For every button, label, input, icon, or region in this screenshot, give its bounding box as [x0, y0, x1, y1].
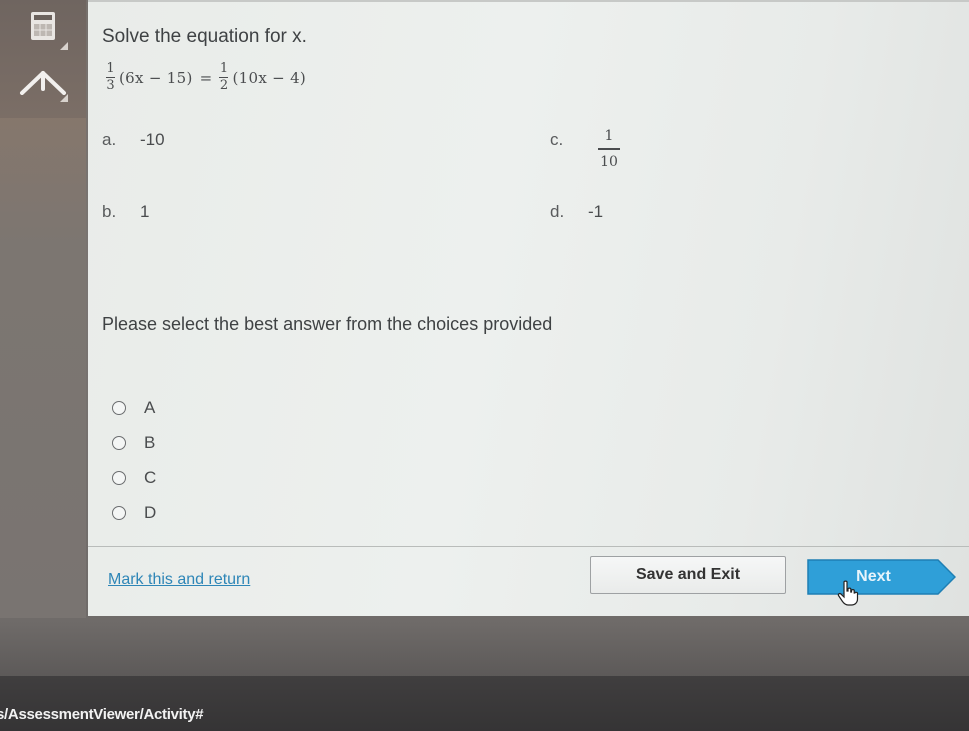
footer-divider	[88, 546, 969, 547]
left-expression: (6x − 15)	[119, 68, 193, 87]
denominator: 10	[600, 154, 618, 170]
radio-button[interactable]	[112, 435, 126, 450]
choice-letter: d.	[550, 202, 565, 221]
chevron-up-icon	[20, 71, 66, 95]
equals-sign: =	[199, 68, 213, 87]
numerator: 1	[604, 128, 614, 144]
choice-a: a. -10	[102, 130, 165, 150]
corner-mark	[60, 42, 68, 50]
numerator: 1	[219, 61, 229, 76]
radio-button[interactable]	[112, 400, 126, 415]
choice-c: c. 1 10	[550, 128, 620, 170]
question-panel: Solve the equation for x. 1 3 (6x − 15) …	[88, 0, 969, 616]
radio-label: A	[144, 397, 156, 417]
next-button[interactable]: Next	[806, 559, 956, 595]
screen: Solve the equation for x. 1 3 (6x − 15) …	[0, 0, 969, 731]
choice-d: d. -1	[550, 202, 603, 222]
fraction-bar	[598, 148, 620, 150]
next-label: Next	[856, 568, 891, 585]
radio-option-b[interactable]: B	[112, 425, 156, 460]
browser-status-bar: s/AssessmentViewer/Activity#	[0, 676, 969, 731]
hand-pointer-cursor-icon	[837, 580, 859, 606]
choice-letter: c.	[550, 130, 564, 149]
denominator: 3	[106, 78, 115, 93]
corner-mark	[60, 94, 68, 102]
choice-b: b. 1	[102, 202, 149, 222]
tool-sidebar	[0, 0, 86, 618]
radio-option-c[interactable]: C	[112, 460, 156, 495]
radio-label: C	[144, 467, 157, 487]
choice-fraction: 1 10	[598, 128, 620, 170]
answer-options: A B C D	[112, 390, 156, 530]
instruction-text: Please select the best answer from the c…	[102, 314, 553, 334]
radio-button[interactable]	[112, 470, 126, 485]
radio-option-a[interactable]: A	[112, 390, 156, 425]
radio-button[interactable]	[112, 505, 126, 520]
radio-option-d[interactable]: D	[112, 495, 156, 530]
status-url: s/AssessmentViewer/Activity#	[0, 706, 204, 723]
radio-label: D	[144, 502, 157, 522]
choice-value: -10	[140, 130, 165, 149]
calculator-icon	[31, 12, 55, 40]
left-fraction: 1 3	[106, 62, 115, 93]
question-title: Solve the equation for x.	[102, 26, 307, 47]
mark-and-return-link[interactable]: Mark this and return	[108, 571, 250, 589]
choice-value: -1	[588, 202, 604, 221]
calculator-button[interactable]	[0, 6, 86, 46]
right-expression: (10x − 4)	[232, 68, 307, 87]
numerator: 1	[106, 61, 115, 76]
choice-letter: b.	[102, 202, 117, 221]
collapse-button[interactable]	[0, 58, 86, 104]
right-fraction: 1 2	[219, 61, 229, 93]
choice-value: 1	[140, 202, 150, 221]
save-and-exit-button[interactable]: Save and Exit	[590, 556, 786, 594]
equation: 1 3 (6x − 15) = 1 2 (10x − 4)	[106, 62, 306, 93]
denominator: 2	[219, 78, 229, 93]
radio-label: B	[144, 432, 156, 452]
choice-letter: a.	[102, 130, 117, 149]
